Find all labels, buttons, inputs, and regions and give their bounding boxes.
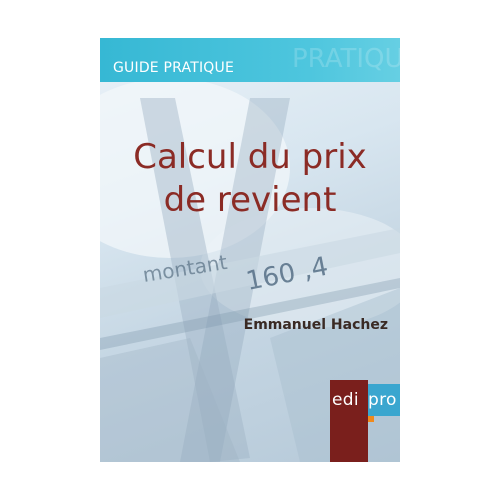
book-title: Calcul du prix de revient: [100, 136, 400, 222]
book-cover: montant 160 ,4 PRATIQU GUIDE PRATIQUE Ca…: [100, 38, 400, 462]
banner-ghost-text: PRATIQU: [292, 44, 400, 74]
publisher-logo-accent: [368, 416, 374, 422]
banner-strip: PRATIQU GUIDE PRATIQUE: [100, 38, 400, 82]
title-line-2: de revient: [163, 180, 337, 220]
title-line-1: Calcul du prix: [133, 137, 367, 177]
publisher-logo-text-1: edi: [332, 390, 359, 410]
publisher-logo-text-2: pro: [368, 390, 397, 410]
author-name: Emmanuel Hachez: [243, 317, 388, 333]
series-label: GUIDE PRATIQUE: [113, 60, 234, 76]
